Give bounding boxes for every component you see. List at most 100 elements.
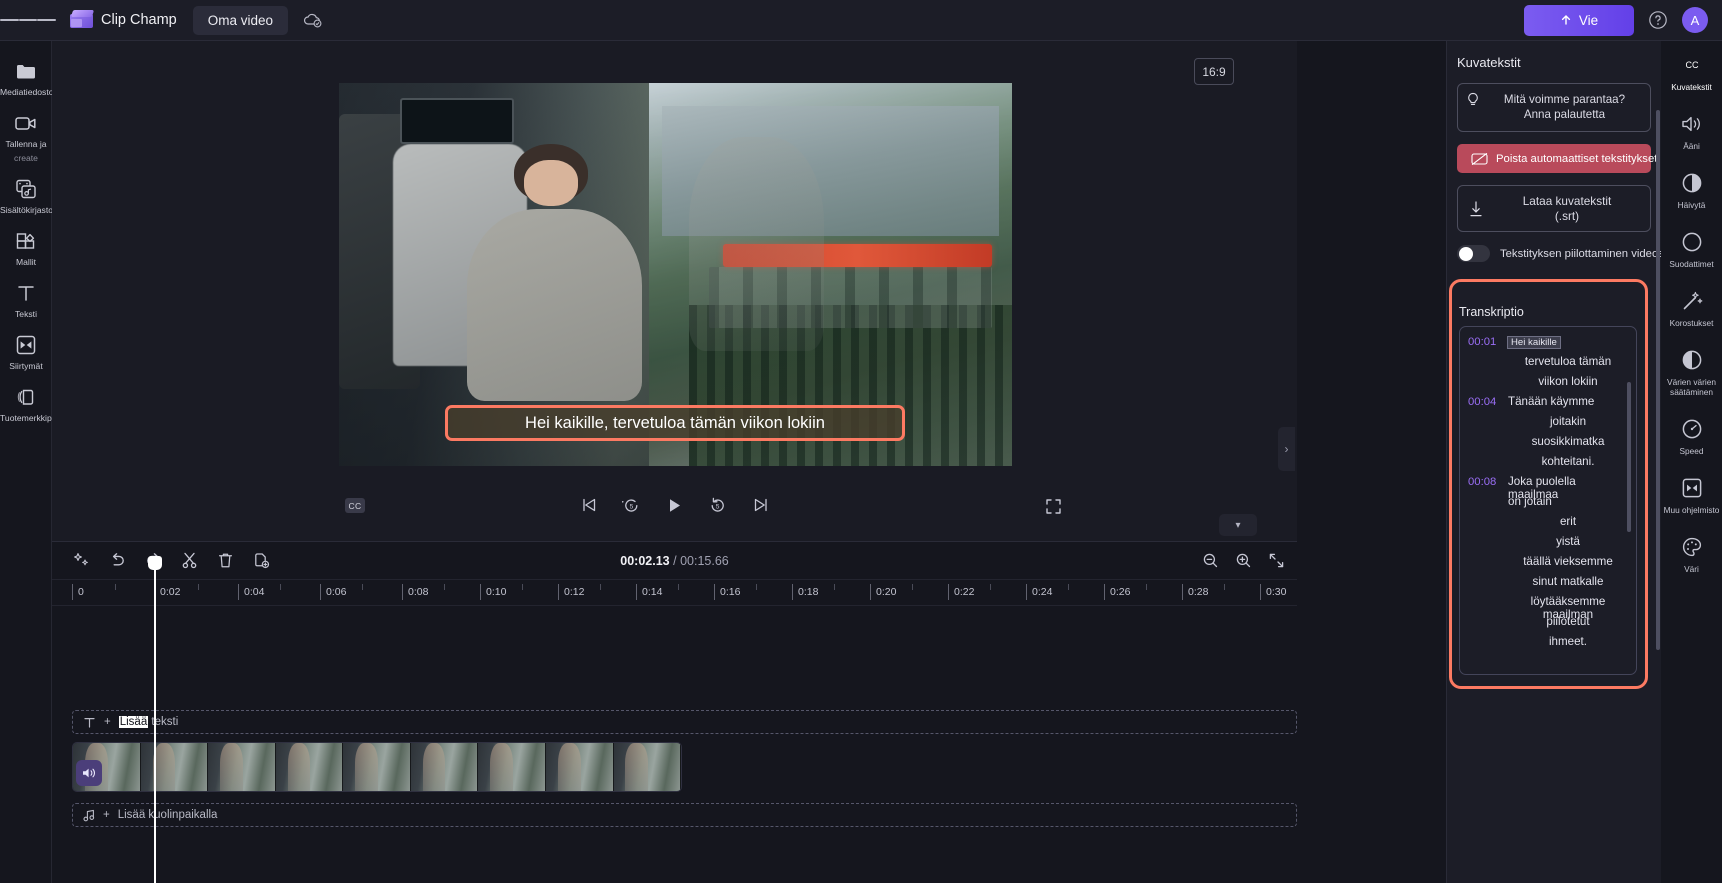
feedback-card[interactable]: Mitä voimme parantaa? Anna palautetta [1457, 83, 1651, 132]
transcript-row[interactable]: erit [1460, 515, 1636, 535]
transcript-text[interactable]: suosikkimatka [1508, 435, 1628, 448]
transcript-scrollbar[interactable] [1627, 382, 1631, 532]
transcript-row[interactable]: joitakin [1460, 415, 1636, 435]
transcript-text[interactable]: tervetuloa tämän [1508, 355, 1628, 368]
transcript-row[interactable]: kohteitani. [1460, 455, 1636, 475]
transcript-row[interactable]: sinut matkalle [1460, 575, 1636, 595]
time-separator: / [673, 553, 677, 568]
transcript-row[interactable]: yistä [1460, 535, 1636, 555]
export-label: Vie [1578, 12, 1599, 28]
avatar[interactable]: A [1682, 7, 1708, 33]
transcript-row[interactable]: ihmeet. [1460, 635, 1636, 655]
rail-item-label: Kuvatekstit [1671, 82, 1712, 92]
transcript-text[interactable]: viikon lokiin [1508, 375, 1628, 388]
transcript-list[interactable]: 00:01 Hei kaikille tervetuloa tämän viiko… [1459, 326, 1637, 675]
project-name-chip[interactable]: Oma video [192, 5, 289, 35]
transcript-text[interactable]: joitakin [1508, 415, 1628, 428]
transcript-row[interactable]: on jotain [1460, 495, 1636, 515]
rail-item-fade[interactable]: Häivytä [1661, 159, 1722, 218]
clip-volume-icon[interactable] [76, 760, 102, 786]
playhead[interactable] [148, 556, 162, 883]
transcript-row[interactable]: löytääksemme maailman [1460, 595, 1636, 621]
zoom-in-icon[interactable] [1232, 550, 1254, 572]
hamburger-icon[interactable] [0, 0, 57, 41]
sidebar-item-label: Sisältökirjasto [0, 205, 54, 215]
panel-scrollbar[interactable] [1656, 110, 1660, 650]
rail-item-highlights[interactable]: Korostukset [1661, 277, 1722, 336]
transcript-text[interactable]: piilotetut [1508, 615, 1628, 628]
play-button[interactable] [664, 494, 686, 516]
transcript-row[interactable]: tervetuloa tämän [1460, 355, 1636, 375]
window-reflection-region [688, 136, 824, 352]
skip-next-button[interactable] [750, 494, 772, 516]
cloud-saved-icon[interactable] [302, 9, 324, 31]
transport-controls: 5 5 [52, 494, 1297, 516]
chevron-right-icon[interactable]: › [1278, 427, 1295, 471]
timeline-tracks: + Lisää teksti + Lisää kuolinpaikalla [52, 606, 1297, 827]
magic-wand-icon [1679, 288, 1705, 314]
transcript-text[interactable]: Hei kaikille [1507, 336, 1561, 349]
disable-auto-captions-button[interactable]: Poista automaattiset tekstitykset käytös… [1457, 144, 1703, 173]
rail-item-filters[interactable]: Suodattimet [1661, 218, 1722, 277]
ruler-tick: 0:22 [948, 584, 974, 600]
rail-item-color-adjust[interactable]: Värien värien säätäminen [1661, 336, 1722, 405]
download-line-2: (.srt) [1554, 208, 1580, 223]
video-preview[interactable]: Hei kaikille, tervetuloa tämän viikon lo… [339, 83, 1012, 466]
person-body-region [466, 209, 642, 401]
transcript-text[interactable]: ihmeet. [1508, 635, 1628, 648]
sidebar-item-content-library[interactable]: Sisältökirjasto [0, 169, 54, 221]
export-button[interactable]: Vie [1524, 4, 1634, 36]
aspect-ratio-button[interactable]: 16:9 [1194, 58, 1234, 85]
rail-item-speed[interactable]: Speed [1661, 405, 1722, 464]
rail-item-captions[interactable]: CC Kuvatekstit [1661, 41, 1722, 100]
skip-previous-button[interactable] [578, 494, 600, 516]
transcript-row[interactable]: 00:01 Hei kaikille [1460, 335, 1636, 355]
rail-item-label: Korostukset [1669, 318, 1714, 328]
sidebar-item-brand-kit[interactable]: Tuotemerkkipaketti [0, 377, 72, 429]
sidebar-item-transitions[interactable]: Siirtymät [0, 325, 52, 377]
timeline-toolbar: 00:02.13 / 00:15.66 [52, 542, 1297, 580]
transcript-row[interactable]: piilotetut [1460, 615, 1636, 635]
sidebar-item-text[interactable]: Teksti [0, 273, 52, 325]
transcript-text[interactable]: erit [1508, 515, 1628, 528]
transcript-row[interactable]: viikon lokiin [1460, 375, 1636, 395]
transcript-title: Transkriptio [1459, 305, 1524, 319]
transcript-text[interactable]: yistä [1508, 535, 1628, 548]
rail-item-color[interactable]: Väri [1661, 523, 1722, 582]
transcript-text[interactable]: kohteitani. [1508, 455, 1628, 468]
music-note-icon [83, 809, 95, 821]
add-text-track[interactable]: + Lisää teksti [72, 710, 1297, 734]
rewind-5-button[interactable]: 5 [621, 494, 643, 516]
transcript-text[interactable]: Tänään käymme [1508, 395, 1628, 408]
download-captions-button[interactable]: Lataa kuvatekstit (.srt) [1457, 185, 1651, 232]
add-text-label: Lisää teksti [118, 716, 178, 728]
transcript-row[interactable]: 00:04 Tänään käymme [1460, 395, 1636, 415]
fit-timeline-icon[interactable] [1265, 550, 1287, 572]
timeline-ruler[interactable]: 0 0:02 0:04 0:06 0:08 0:10 0:12 0:14 0:1… [52, 580, 1297, 606]
transcript-row[interactable]: täällä vieksemme [1460, 555, 1636, 575]
forward-5-button[interactable]: 5 [707, 494, 729, 516]
lightbulb-icon [1466, 92, 1480, 108]
video-clip[interactable] [72, 742, 682, 792]
sidebar-item-media[interactable]: Mediatiedostosi [0, 51, 60, 103]
fullscreen-icon[interactable] [1045, 498, 1063, 516]
playback-controls-bar: CC 5 5 [52, 489, 1297, 534]
transcript-text[interactable]: täällä vieksemme [1508, 555, 1628, 568]
chevron-down-icon[interactable]: ▾ [1219, 514, 1257, 536]
sidebar-item-templates[interactable]: Mallit [0, 221, 52, 273]
help-icon[interactable] [1646, 8, 1670, 32]
transcript-row[interactable]: 00:08 Joka puolella maailmaa [1460, 475, 1636, 501]
caption-overlay[interactable]: Hei kaikille, tervetuloa tämän viikon lo… [445, 405, 905, 441]
hide-captions-toggle[interactable] [1457, 245, 1490, 262]
zoom-out-icon[interactable] [1199, 550, 1221, 572]
transcript-row[interactable]: suosikkimatka [1460, 435, 1636, 455]
sidebar-item-record[interactable]: Tallenna ja create [0, 103, 52, 169]
transcript-text[interactable]: sinut matkalle [1508, 575, 1628, 588]
rail-item-other-software[interactable]: Muu ohjelmisto [1661, 464, 1722, 523]
clipchamp-editor: Clip Champ Oma video Vie A Mediatiedosto… [0, 0, 1722, 883]
add-audio-track[interactable]: + Lisää kuolinpaikalla [72, 803, 1297, 827]
rail-item-audio[interactable]: Ääni [1661, 100, 1722, 159]
transcript-text[interactable]: on jotain [1508, 495, 1628, 508]
clip-thumbnail [343, 743, 411, 791]
hide-captions-toggle-row[interactable]: Tekstityksen piilottaminen videossa [1457, 245, 1676, 262]
